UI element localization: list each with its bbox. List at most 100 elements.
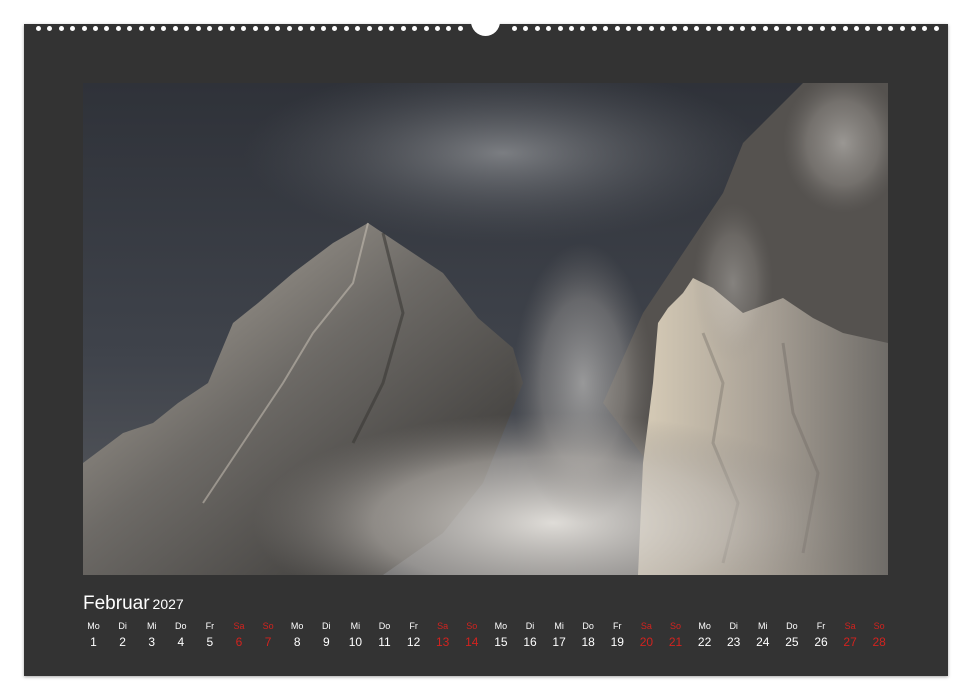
binding-hole bbox=[671, 26, 677, 31]
day-number: 18 bbox=[581, 635, 595, 649]
day-cell: Do 11 bbox=[370, 619, 399, 651]
day-number: 21 bbox=[668, 635, 683, 649]
binding-hole bbox=[195, 26, 201, 31]
day-number: 14 bbox=[465, 635, 479, 649]
binding-hole bbox=[876, 26, 882, 31]
weekday-label: Sa bbox=[844, 621, 856, 631]
binding-hole bbox=[922, 26, 928, 31]
day-number: 4 bbox=[177, 635, 185, 649]
day-number: 9 bbox=[322, 635, 330, 649]
day-cell: Mi 10 bbox=[341, 619, 370, 651]
binding-hole bbox=[762, 26, 768, 31]
binding-hole bbox=[569, 26, 574, 31]
day-cell: Di 16 bbox=[516, 619, 545, 651]
binding-hole bbox=[241, 26, 247, 31]
binding-hole bbox=[740, 26, 745, 31]
weekday-label: Di bbox=[729, 621, 738, 631]
weekday-label: So bbox=[669, 621, 681, 631]
weekday-label: Do bbox=[175, 621, 187, 631]
binding-hole bbox=[229, 26, 235, 31]
day-cell: So 28 bbox=[865, 619, 894, 651]
binding-hole bbox=[648, 26, 654, 31]
day-cell: Do 25 bbox=[777, 619, 806, 651]
day-number: 12 bbox=[406, 635, 421, 649]
day-number: 27 bbox=[843, 635, 857, 649]
day-number: 10 bbox=[348, 635, 363, 649]
day-number: 1 bbox=[90, 635, 97, 649]
day-cell: Di 23 bbox=[719, 619, 748, 651]
binding-hole bbox=[831, 26, 837, 31]
binding-hole bbox=[70, 26, 76, 31]
hanger-hook bbox=[471, 14, 500, 36]
day-number: 19 bbox=[610, 635, 624, 649]
binding-hole bbox=[150, 26, 155, 31]
weekday-label: Do bbox=[582, 621, 594, 631]
day-cell: Sa 27 bbox=[836, 619, 865, 651]
mountain-photo bbox=[83, 83, 888, 575]
binding-hole bbox=[557, 26, 563, 31]
binding-hole bbox=[614, 26, 620, 31]
weekday-label: Do bbox=[786, 621, 798, 631]
binding-hole bbox=[412, 26, 418, 31]
binding-hole bbox=[218, 26, 224, 31]
day-cell: So 14 bbox=[457, 619, 486, 651]
binding-hole bbox=[446, 26, 452, 31]
binding-hole bbox=[785, 26, 791, 31]
binding-hole bbox=[797, 26, 802, 31]
binding-hole bbox=[819, 26, 825, 31]
binding-hole bbox=[694, 26, 700, 31]
day-number: 20 bbox=[639, 635, 654, 649]
day-cell: Di 9 bbox=[312, 619, 341, 651]
binding-hole bbox=[580, 26, 586, 31]
day-cell: Fr 12 bbox=[399, 619, 428, 651]
weekday-label: Do bbox=[378, 621, 391, 631]
day-number: 7 bbox=[264, 635, 272, 649]
weekday-label: Mo bbox=[494, 621, 508, 631]
binding-hole bbox=[355, 26, 361, 31]
binding-hole bbox=[534, 26, 540, 31]
day-cell: Fr 5 bbox=[195, 619, 224, 651]
binding-hole bbox=[161, 26, 167, 31]
day-number: 13 bbox=[436, 635, 450, 649]
binding-hole bbox=[854, 26, 859, 31]
binding-hole bbox=[332, 26, 338, 31]
weekday-label: Di bbox=[525, 621, 535, 631]
binding-hole bbox=[309, 26, 315, 31]
weekday-label: Mi bbox=[350, 621, 361, 631]
day-number: 26 bbox=[814, 635, 828, 649]
day-number: 5 bbox=[206, 635, 214, 649]
day-cell: Di 2 bbox=[108, 619, 137, 651]
weekday-label: So bbox=[873, 621, 885, 631]
binding-hole bbox=[637, 26, 643, 31]
weekday-label: Mi bbox=[554, 621, 564, 631]
binding-hole bbox=[512, 26, 517, 31]
binding-hole bbox=[774, 26, 780, 31]
weekday-label: So bbox=[466, 621, 478, 631]
weekday-label: Mo bbox=[290, 621, 304, 631]
binding-hole bbox=[660, 26, 666, 31]
weekday-label: Sa bbox=[437, 621, 449, 631]
binding-hole bbox=[115, 26, 121, 31]
day-cell: Mo 1 bbox=[79, 619, 108, 651]
binding-hole bbox=[343, 26, 349, 31]
day-number: 22 bbox=[697, 635, 712, 649]
binding-hole bbox=[705, 26, 711, 31]
binding-hole bbox=[172, 26, 178, 31]
binding-hole bbox=[751, 26, 757, 31]
day-number: 28 bbox=[872, 635, 886, 649]
binding-hole bbox=[298, 26, 304, 31]
day-cell: Do 4 bbox=[166, 619, 195, 651]
weekday-label: Mi bbox=[146, 621, 157, 631]
day-cell: Sa 20 bbox=[632, 619, 661, 651]
day-cell: Fr 26 bbox=[807, 619, 836, 651]
month-name: Februar bbox=[83, 593, 150, 614]
binding-hole bbox=[58, 26, 64, 31]
binding-hole bbox=[252, 26, 258, 31]
binding-hole bbox=[717, 26, 723, 31]
binding-hole bbox=[47, 26, 53, 31]
weekday-label: Fr bbox=[409, 621, 418, 631]
weekday-label: Mi bbox=[758, 621, 768, 631]
binding-hole bbox=[378, 26, 383, 31]
day-number: 17 bbox=[552, 635, 566, 649]
day-cell: Mi 17 bbox=[545, 619, 574, 651]
